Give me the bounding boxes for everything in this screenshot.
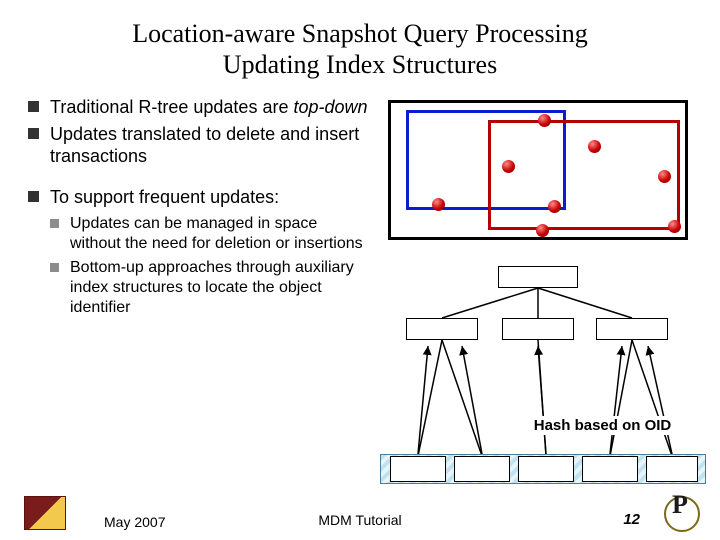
tree-leaf-node (518, 456, 574, 482)
tree-leaf-node (390, 456, 446, 482)
bullet-item: Traditional R-tree updates are top-down (28, 96, 368, 119)
index-tree-diagram: Hash based on OID (378, 266, 708, 526)
diagram-column: Hash based on OID (378, 96, 692, 336)
tree-leaf-node (454, 456, 510, 482)
bullet-text-italic: top-down (293, 97, 367, 117)
rtree-diagram (388, 100, 688, 240)
footer-center: MDM Tutorial (318, 512, 401, 528)
tree-leaf-node (646, 456, 698, 482)
tree-mid-node (596, 318, 668, 340)
bullet-group-1: Traditional R-tree updates are top-down … (28, 96, 368, 168)
sub-bullet-text: Bottom-up approaches through auxiliary i… (70, 259, 354, 316)
tree-leaf-node (582, 456, 638, 482)
tree-mid-node (502, 318, 574, 340)
sub-bullet-list: Updates can be managed in space without … (50, 214, 368, 318)
bullet-item: To support frequent updates: Updates can… (28, 186, 368, 319)
university-logo-left (24, 496, 66, 530)
bullet-group-2: To support frequent updates: Updates can… (28, 186, 368, 319)
bullet-text: Traditional R-tree updates are (50, 97, 288, 117)
bullet-item: Updates translated to delete and insert … (28, 123, 368, 168)
slide-title: Location-aware Snapshot Query Processing… (28, 18, 692, 80)
footer-date: May 2007 (104, 514, 165, 530)
tree-connectors (378, 266, 708, 486)
hash-label: Hash based on OID (500, 416, 705, 435)
sub-bullet-item: Updates can be managed in space without … (50, 214, 368, 254)
tree-root-node (498, 266, 578, 288)
rtree-red-rect (488, 120, 680, 230)
bullet-text: Updates translated to delete and insert … (50, 124, 359, 167)
university-logo-right (658, 490, 702, 534)
text-column: Traditional R-tree updates are top-down … (28, 96, 368, 336)
slide: Location-aware Snapshot Query Processing… (0, 0, 720, 540)
tree-mid-node (406, 318, 478, 340)
sub-bullet-text: Updates can be managed in space without … (70, 215, 363, 252)
content-area: Traditional R-tree updates are top-down … (28, 96, 692, 336)
title-line-2: Updating Index Structures (223, 50, 497, 79)
sub-bullet-item: Bottom-up approaches through auxiliary i… (50, 258, 368, 318)
bullet-text: To support frequent updates: (50, 187, 279, 207)
slide-number: 12 (623, 511, 640, 528)
title-line-1: Location-aware Snapshot Query Processing (132, 19, 588, 48)
